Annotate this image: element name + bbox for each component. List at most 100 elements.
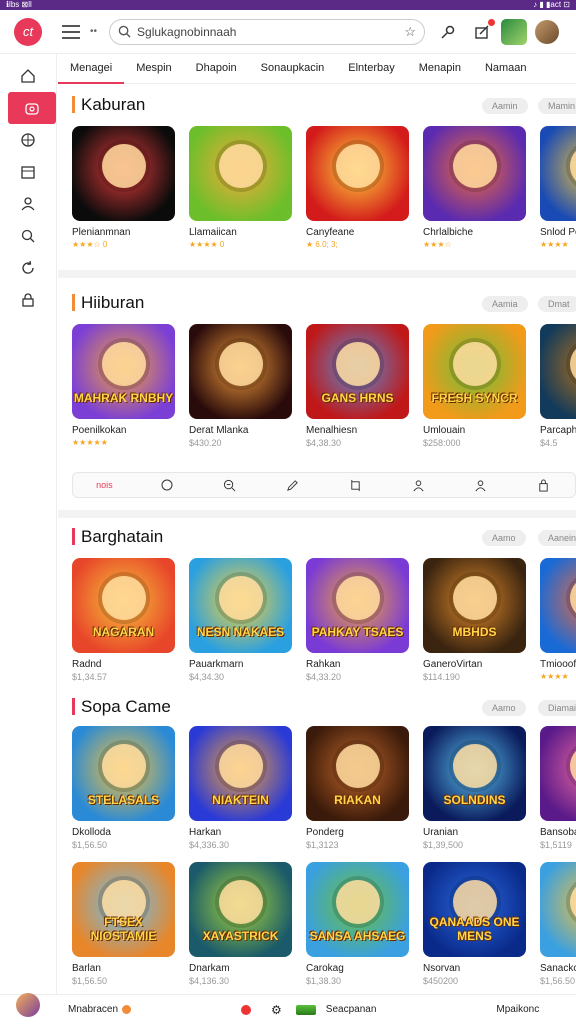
menu-icon[interactable] [62,24,80,39]
record-icon[interactable] [241,1004,252,1015]
game-card[interactable]: FTSEX NIOSTAMIE Barlan $1,56.50 [72,862,175,986]
game-card[interactable]: MAHRAK RNBHY Poenilkokan ★★★★★ [72,324,175,448]
game-thumbnail[interactable] [189,324,292,419]
section-pill[interactable]: Diamai [538,700,576,716]
game-card[interactable]: Canyfeane ★ 6.0; 3; [306,126,409,249]
profile-icon[interactable] [450,479,513,492]
game-thumbnail[interactable]: BOI [540,862,576,957]
game-thumbnail[interactable]: SANSA AHSAEG [306,862,409,957]
game-thumbnail[interactable]: SOLNDINS [423,726,526,821]
game-thumbnail[interactable] [72,126,175,221]
game-card[interactable]: Parcaph $4.5 [540,324,576,448]
tab-3[interactable]: Sonaupkacin [249,54,337,84]
tab-5[interactable]: Menapin [407,54,473,84]
section-pill[interactable]: Aamia [482,296,528,312]
calendar-icon[interactable] [0,156,56,188]
game-card[interactable]: Llamaiican ★★★★ 0 [189,126,292,249]
game-thumbnail[interactable]: STELASALS [72,726,175,821]
game-card[interactable]: NESN NAKAES Pauarkmarn $4,34.30 [189,558,292,682]
bottom-mid-label[interactable]: Seacpanan [326,1004,377,1015]
game-avatar[interactable] [501,18,528,45]
circle-icon[interactable] [136,479,199,491]
game-card[interactable]: SOLNDINS Uranian $1,39,500 [423,726,526,850]
game-thumbnail[interactable] [540,324,576,419]
tab-4[interactable]: Elnterbay [336,54,406,84]
game-thumbnail[interactable] [540,558,576,653]
crop-icon[interactable] [324,479,387,492]
zoom-icon[interactable] [199,479,262,492]
section-pill[interactable]: Aamo [482,530,526,546]
game-card[interactable]: BOI Sanackc $1,56.50 [540,862,576,986]
game-thumbnail[interactable]: NESN NAKAES [189,558,292,653]
game-meta: $1,5119 [540,840,572,850]
game-thumbnail[interactable] [189,126,292,221]
game-card[interactable]: Chrlalbiche ★★★☆ [423,126,526,249]
game-thumbnail[interactable] [540,726,576,821]
bag-icon[interactable] [512,478,575,492]
game-card[interactable]: Bansoba $1,5119 [540,726,576,850]
star-icon[interactable]: ☆ [404,24,416,40]
card-row: NAGARAN Radnd $1,34.57 NESN NAKAES Pauarkmar… [72,558,576,682]
game-card[interactable]: PAHKAY TSAES Rahkan $4,33.20 [306,558,409,682]
pen-icon[interactable] [261,479,324,492]
game-card[interactable]: QANAADS ONE MENS Nsorvan $450200 [423,862,526,986]
search-input[interactable]: Sglukagnobinnaah [137,25,404,39]
game-card[interactable]: RIAKAN Ponderg $1,3123 [306,726,409,850]
tab-1[interactable]: Mespin [124,54,183,84]
game-card[interactable]: Snlod Po ★★★★ [540,126,576,249]
lock-icon[interactable] [0,284,56,316]
tab-0[interactable]: Menagei [58,54,125,84]
share-icon[interactable] [471,18,496,43]
game-thumbnail[interactable] [540,126,576,221]
game-thumbnail[interactable]: XAYASTRICK [189,862,292,957]
section-pill[interactable]: Aamo [482,700,526,716]
user-avatar[interactable] [535,19,560,44]
game-thumbnail[interactable] [306,126,409,221]
game-thumbnail[interactable]: PAHKAY TSAES [306,558,409,653]
game-card[interactable]: NAGARAN Radnd $1,34.57 [72,558,175,682]
game-card[interactable]: NIAKTEIN Harkan $4,336.30 [189,726,292,850]
game-card[interactable]: Plenianmnan ★★★☆ 0 [72,126,175,249]
game-card[interactable]: SANSA AHSAEG Carokag $1,38.30 [306,862,409,986]
user-icon[interactable] [0,188,56,220]
search-bar[interactable]: Sglukagnobinnaah ☆ [109,18,426,45]
refresh-icon[interactable] [0,252,56,284]
game-thumbnail[interactable]: MBHDS [423,558,526,653]
game-card[interactable]: GANS HRNS Menalhiesn $4,38.30 [306,324,409,448]
game-card[interactable]: FRESH SYNCR Umlouain $258:000 [423,324,526,448]
game-card[interactable]: MBHDS GaneroVirtan $114.190 [423,558,526,682]
settings-icon[interactable]: ⚙ [271,1003,282,1017]
section-pill[interactable]: Aamin [482,98,528,114]
section-pill[interactable]: Dmat [538,296,576,312]
game-thumbnail[interactable]: NIAKTEIN [189,726,292,821]
profile-avatar[interactable] [16,992,40,1017]
more-dots[interactable]: •• [90,26,97,37]
search-people-icon[interactable] [0,220,56,252]
game-card[interactable]: Tmiooof ★★★★ [540,558,576,682]
bottom-left-label[interactable]: Mnabracen [68,1004,118,1015]
game-thumbnail[interactable]: RIAKAN [306,726,409,821]
section-pill[interactable]: Mamin [538,98,576,114]
game-thumbnail[interactable] [423,126,526,221]
section-pill[interactable]: Aanein [538,530,576,546]
game-card[interactable]: STELASALS Dkolloda $1,56.50 [72,726,175,850]
globe-icon[interactable] [0,124,56,156]
games-icon[interactable] [8,92,56,124]
people-icon[interactable] [387,479,450,492]
key-icon[interactable] [437,21,459,43]
game-thumbnail[interactable]: FRESH SYNCR [423,324,526,419]
game-card[interactable]: XAYASTRICK Dnarkam $4,136.30 [189,862,292,986]
game-thumbnail[interactable]: MAHRAK RNBHY [72,324,175,419]
game-thumbnail[interactable]: NAGARAN [72,558,175,653]
app-logo[interactable]: ct [14,17,42,46]
home-icon[interactable] [0,60,56,92]
tab-6[interactable]: Namaan [473,54,539,84]
game-thumbnail[interactable]: QANAADS ONE MENS [423,862,526,957]
game-meta: $4.5 [540,438,558,448]
tool-first[interactable]: nois [73,480,136,490]
game-card[interactable]: Derat Mlanka $430.20 [189,324,292,448]
game-thumbnail[interactable]: FTSEX NIOSTAMIE [72,862,175,957]
bottom-right-label[interactable]: Mpaikonc [496,1004,539,1015]
game-thumbnail[interactable]: GANS HRNS [306,324,409,419]
tab-2[interactable]: Dhapoin [184,54,249,84]
